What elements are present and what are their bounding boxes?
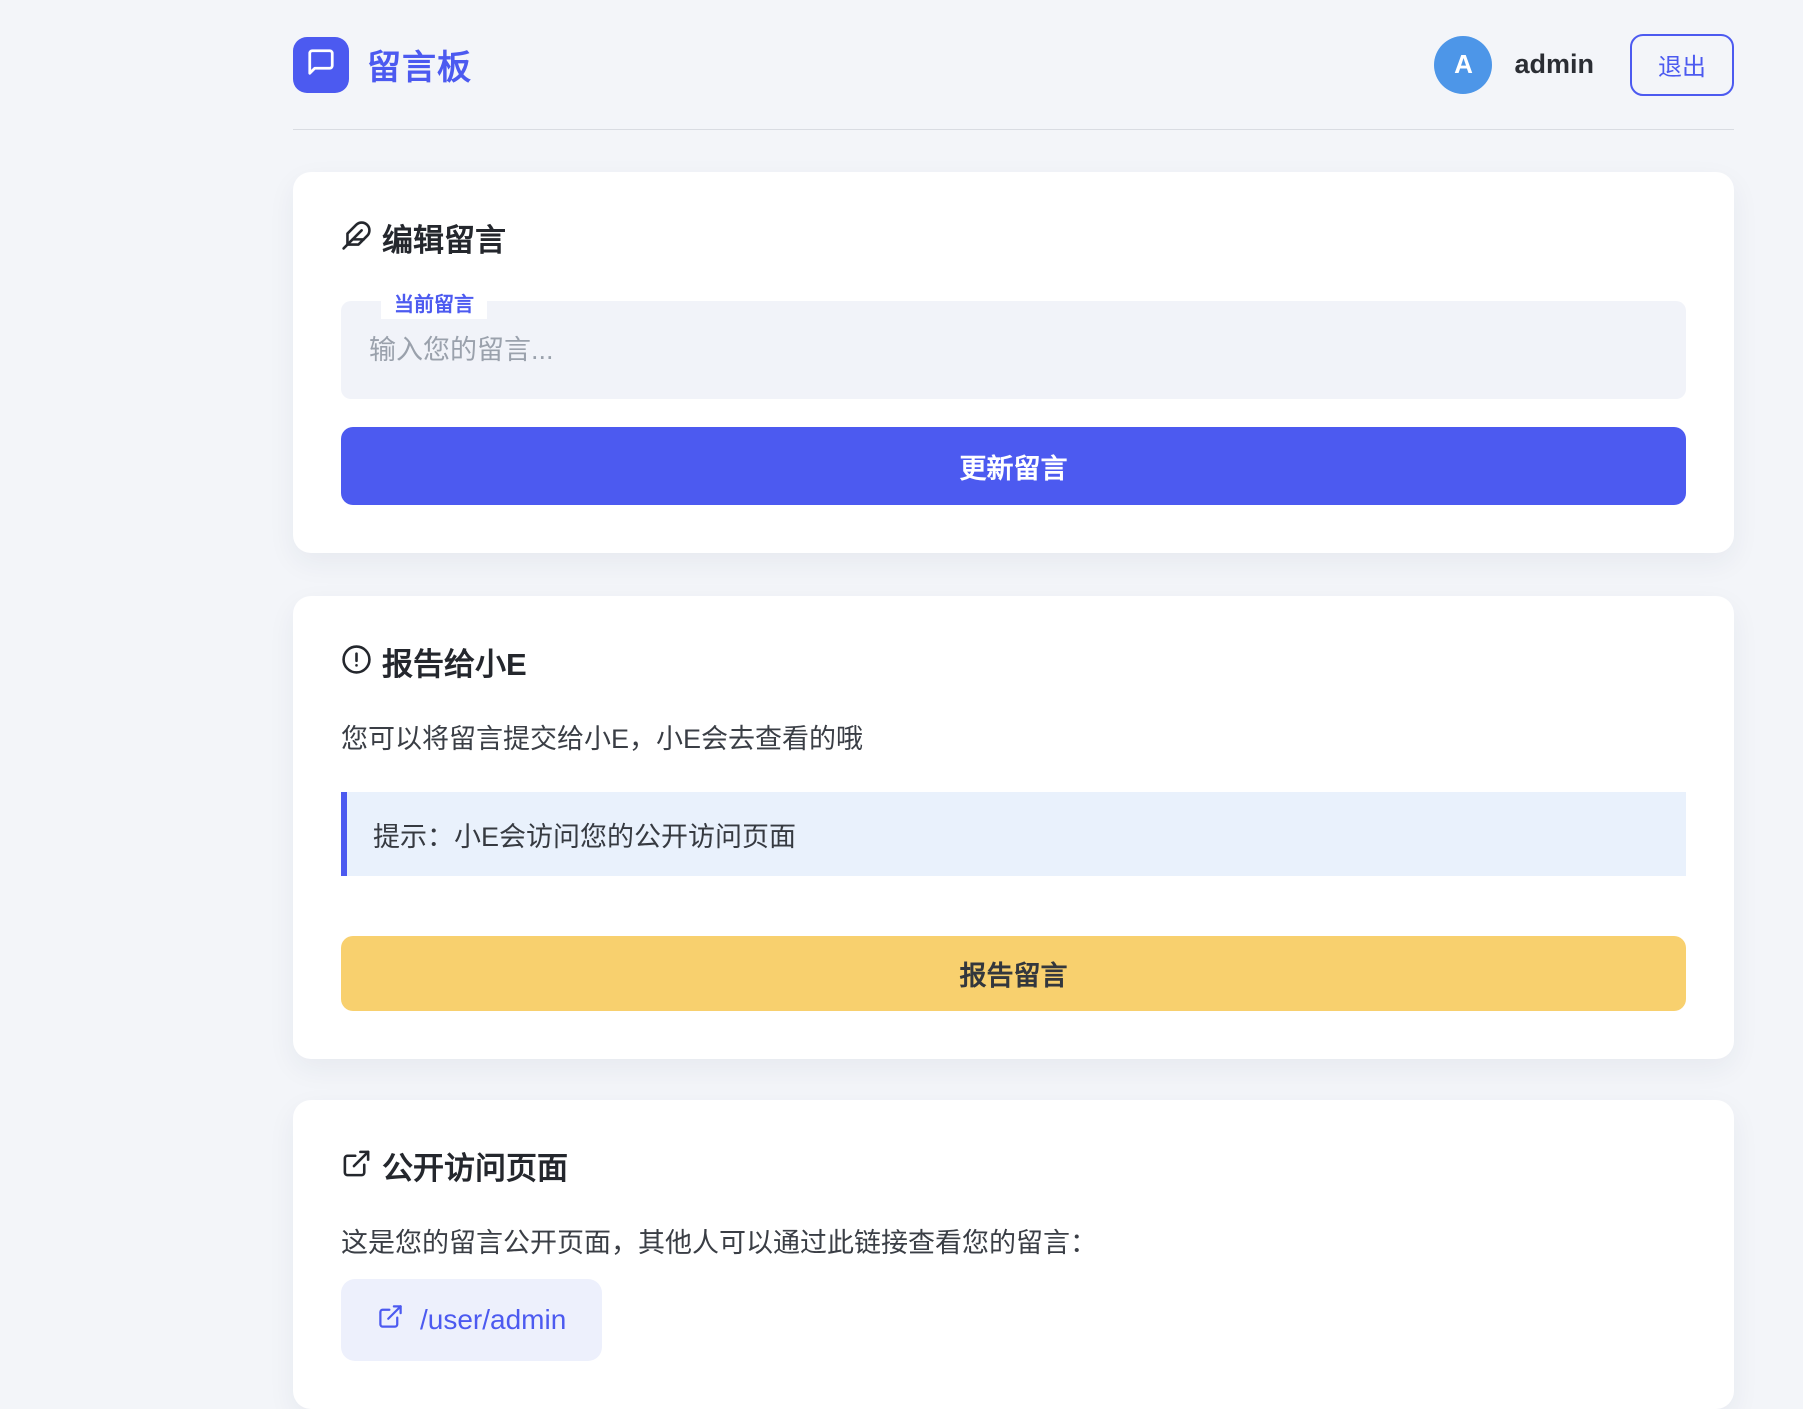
edit-message-card: 编辑留言 当前留言 更新留言 [293,172,1734,553]
public-description: 这是您的留言公开页面，其他人可以通过此链接查看您的留言： [341,1228,1097,1258]
public-card-title-row: 公开访问页面 [341,1148,1686,1189]
report-card-title-row: 报告给小E [341,644,1686,685]
external-link-icon [377,1303,404,1337]
tip-box: 提示：小E会访问您的公开访问页面 [341,792,1686,876]
public-page-card: 公开访问页面 这是您的留言公开页面，其他人可以通过此链接查看您的留言： /use… [293,1100,1734,1409]
external-link-icon [341,1148,372,1189]
public-card-title: 公开访问页面 [382,1150,568,1186]
main-content: 编辑留言 当前留言 更新留言 报告给小E 您可以将留言提交给小E， [293,172,1734,1409]
message-field-label: 当前留言 [381,286,487,319]
avatar-initial: A [1454,49,1473,79]
header-user-area: A admin 退出 [1434,33,1734,96]
report-card: 报告给小E 您可以将留言提交给小E，小E会去查看的哦 提示：小E会访问您的公开访… [293,596,1734,1059]
header: 留言板 A admin 退出 [293,0,1734,130]
brand: 留言板 [293,36,472,93]
alert-circle-icon [341,644,372,685]
public-page-link[interactable]: /user/admin [341,1279,603,1361]
feather-icon [341,220,372,261]
tip-text: 提示：小E会访问您的公开访问页面 [373,821,797,852]
app-logo [293,36,349,93]
public-page-link-label: /user/admin [420,1304,567,1335]
message-field: 当前留言 [341,286,1686,399]
report-card-title: 报告给小E [382,646,527,682]
page-container: 留言板 A admin 退出 编辑留言 当前留言 输入您的留言... 更新留言 … [293,0,1734,1409]
message-square-icon [306,47,336,82]
avatar: A [1434,35,1493,94]
report-description: 您可以将留言提交给小E，小E会去查看的哦 [341,724,864,754]
message-textarea[interactable] [341,301,1686,399]
username: admin [1514,49,1594,79]
app-title: 留言板 [367,49,472,87]
edit-card-title: 编辑留言 [382,222,506,258]
update-message-button[interactable]: 更新留言 [341,427,1686,505]
logout-button[interactable]: 退出 [1630,33,1734,96]
edit-card-title-row: 编辑留言 [341,220,1686,261]
report-message-button[interactable]: 报告留言 [341,936,1686,1011]
